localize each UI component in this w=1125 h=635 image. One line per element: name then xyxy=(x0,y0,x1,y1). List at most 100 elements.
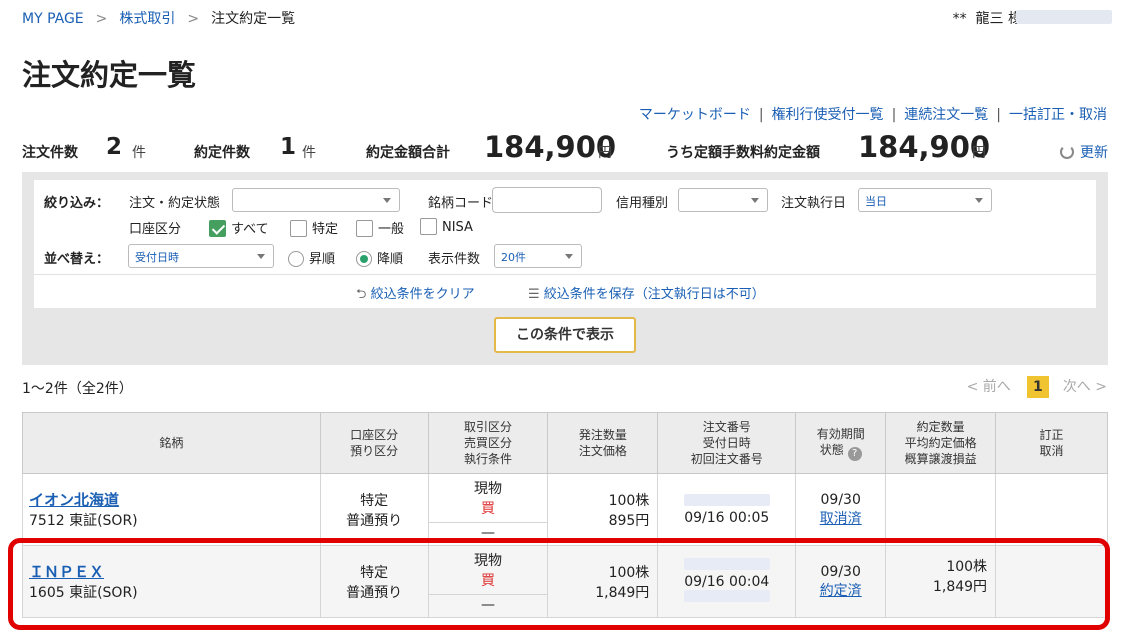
valid-until: 09/30 xyxy=(820,491,861,508)
quantity-cell: 100株 1,849円 xyxy=(547,545,659,618)
save-filter-label: 絞込条件を保存（注文執行日は不可） xyxy=(543,287,765,302)
account-ippan-checkbox[interactable]: 一般 xyxy=(356,218,404,237)
modify-cell xyxy=(995,545,1108,618)
account-tokutei-checkbox[interactable]: 特定 xyxy=(290,218,338,237)
trade-cell: 現物買 — xyxy=(427,473,549,546)
credit-type-select[interactable] xyxy=(678,188,768,212)
execution-cell: 100株 1,849円 xyxy=(885,545,997,618)
col-side: 売買区分 xyxy=(463,436,512,450)
status-link[interactable]: 取消済 xyxy=(820,511,862,527)
stock-code-input[interactable] xyxy=(492,187,602,213)
breadcrumb-home[interactable]: MY PAGE xyxy=(22,11,84,27)
code-filter-label: 銘柄コード xyxy=(428,196,494,211)
result-count: 1〜2件（全2件） xyxy=(22,381,133,397)
refresh-button[interactable]: 更新 xyxy=(1060,142,1108,162)
order-qty: 100株 xyxy=(608,564,650,581)
order-qty: 100株 xyxy=(608,492,650,509)
validity-cell: 09/30 取消済 xyxy=(795,473,887,546)
chevron-down-icon xyxy=(565,254,573,259)
col-order-number: 注文番号 xyxy=(702,420,751,434)
trade-cell: 現物買 — xyxy=(427,545,549,618)
exec-amount-label: 約定金額合計 xyxy=(366,145,450,161)
list-icon: ☰ xyxy=(528,287,540,302)
sort-asc-label: 昇順 xyxy=(309,252,336,267)
account-type: 特定 xyxy=(360,564,389,581)
col-stock: 銘柄 xyxy=(22,412,321,474)
link-separator: | xyxy=(996,107,1001,123)
fee-amount-value: 184,900 xyxy=(858,130,991,164)
account-nisa-checkbox[interactable]: NISA xyxy=(420,218,473,235)
show-results-button[interactable]: この条件で表示 xyxy=(494,317,636,353)
exec-date-select[interactable]: 当日 xyxy=(858,188,992,212)
col-quantity: 発注数量 注文価格 xyxy=(547,412,659,474)
next-page-link[interactable]: 次へ > xyxy=(1063,379,1107,395)
link-chain-orders[interactable]: 連続注文一覧 xyxy=(904,107,988,123)
checkbox-checked-icon xyxy=(209,220,226,237)
checkbox-icon xyxy=(356,220,373,237)
exec-count-label: 約定件数 xyxy=(194,145,250,161)
validity-cell: 09/30 約定済 xyxy=(795,545,887,618)
exec-date-value: 当日 xyxy=(865,195,887,208)
fee-amount-unit: 円 xyxy=(972,145,986,161)
exec-qty: 100株 xyxy=(946,559,988,575)
summary-bar: 注文件数 2 件 約定件数 1 件 約定金額合計 184,900 円 うち定額手… xyxy=(22,130,1108,164)
redacted-order-number xyxy=(683,557,770,570)
stock-code: 7512 東証(SOR) xyxy=(29,513,138,529)
breadcrumb-current: 注文約定一覧 xyxy=(211,11,296,27)
current-page[interactable]: 1 xyxy=(1026,376,1049,398)
link-rights-exercise[interactable]: 権利行使受付一覧 xyxy=(772,107,884,123)
user-stars: ** xyxy=(952,11,967,27)
status-filter-label: 注文・約定状態 xyxy=(129,196,221,211)
sort-field-select[interactable]: 受付日時 xyxy=(128,244,274,268)
account-type: 特定 xyxy=(360,492,389,509)
prev-page-link[interactable]: < 前へ xyxy=(967,379,1011,395)
fee-amount-label: うち定額手数料約定金額 xyxy=(666,145,820,161)
link-separator: | xyxy=(891,107,897,123)
breadcrumb-stock-trading[interactable]: 株式取引 xyxy=(119,11,175,27)
orders-count-value: 2 xyxy=(106,134,123,160)
col-received-at: 受付日時 xyxy=(702,436,751,450)
order-cell: 09/16 00:05 xyxy=(657,473,797,546)
status-select[interactable] xyxy=(232,188,400,212)
stock-code: 1605 東証(SOR) xyxy=(29,585,138,601)
account-all-checkbox[interactable]: すべて xyxy=(209,218,269,237)
col-condition: 執行条件 xyxy=(463,452,512,466)
table-row: イオン北海道 7512 東証(SOR) 特定 普通預り 現物買 — 100株 895円 … xyxy=(22,473,1108,546)
status-link[interactable]: 約定済 xyxy=(820,583,862,599)
col-trade-type: 取引区分 xyxy=(463,420,512,434)
sort-desc-radio[interactable]: 降順 xyxy=(356,248,403,267)
display-count-label: 表示件数 xyxy=(428,252,481,267)
col-modify: 訂正 取消 xyxy=(995,412,1108,474)
order-price: 1,849円 xyxy=(595,584,650,601)
exec-amount-unit: 円 xyxy=(598,145,612,161)
radio-icon xyxy=(288,251,304,267)
link-separator: | xyxy=(758,107,764,123)
link-market-board[interactable]: マーケットボード xyxy=(639,107,751,123)
account-nisa-label: NISA xyxy=(442,220,473,235)
col-deposit-type: 預り区分 xyxy=(350,444,399,458)
credit-filter-label: 信用種別 xyxy=(616,196,669,211)
account-all-label: すべて xyxy=(231,222,269,237)
deposit-type: 普通預り xyxy=(346,512,403,529)
redacted-account-info xyxy=(1016,10,1112,24)
clear-filter-link[interactable]: ⮌ 絞込条件をクリア xyxy=(356,283,475,307)
display-count-select[interactable]: 20件 xyxy=(494,244,582,268)
account-cell: 特定 普通預り xyxy=(319,473,429,546)
help-icon[interactable]: ? xyxy=(847,446,862,461)
stock-name-link[interactable]: ＩＮＰＥＸ xyxy=(29,563,104,581)
checkbox-icon xyxy=(290,220,307,237)
page-title: 注文約定一覧 xyxy=(22,58,197,92)
link-bulk-modify[interactable]: 一括訂正・取消 xyxy=(1009,107,1107,123)
side: 買 xyxy=(480,572,495,589)
refresh-label: 更新 xyxy=(1080,145,1108,161)
col-exec-qty: 約定数量 xyxy=(916,420,965,434)
table-row: ＩＮＰＥＸ 1605 東証(SOR) 特定 普通預り 現物買 — 100株 1,849円… xyxy=(22,545,1108,618)
order-price: 895円 xyxy=(608,512,650,529)
valid-until: 09/30 xyxy=(820,563,861,580)
save-filter-link[interactable]: ☰ 絞込条件を保存（注文執行日は不可） xyxy=(528,283,765,302)
sort-asc-radio[interactable]: 昇順 xyxy=(288,248,335,267)
undo-icon: ⮌ xyxy=(356,287,367,302)
chevron-down-icon xyxy=(257,254,265,259)
sort-desc-label: 降順 xyxy=(377,252,404,267)
stock-name-link[interactable]: イオン北海道 xyxy=(29,491,119,509)
